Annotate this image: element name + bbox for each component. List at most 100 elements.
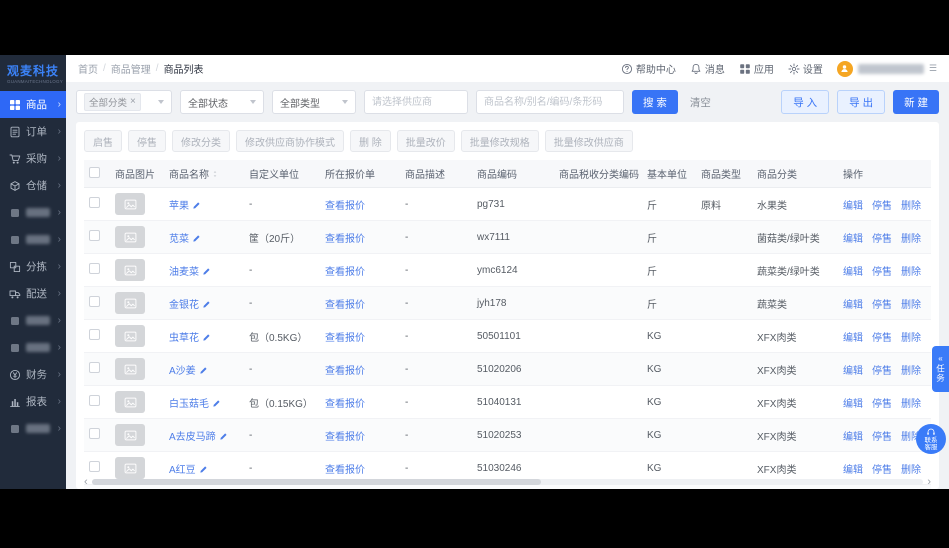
- row-op-delete[interactable]: 删除: [901, 234, 921, 245]
- product-name-link[interactable]: 油麦菜: [169, 267, 199, 278]
- breadcrumb-item[interactable]: 首页: [78, 61, 98, 76]
- type-filter[interactable]: 全部类型: [272, 90, 356, 114]
- row-op-edit[interactable]: 编辑: [843, 300, 863, 311]
- search-button[interactable]: 搜 索: [632, 90, 678, 114]
- product-name-link[interactable]: 虫草花: [169, 333, 199, 344]
- row-op-delete[interactable]: 删除: [901, 366, 921, 377]
- row-op-delete[interactable]: 删除: [901, 300, 921, 311]
- product-name-link[interactable]: 金银花: [169, 300, 199, 311]
- row-op-stop-sale[interactable]: 停售: [872, 267, 892, 278]
- row-op-stop-sale[interactable]: 停售: [872, 201, 892, 212]
- topbar-action-help[interactable]: 帮助中心: [621, 61, 676, 76]
- row-op-delete[interactable]: 删除: [901, 201, 921, 212]
- sidebar-item-配送[interactable]: 配送 ›: [0, 280, 66, 307]
- bulk-button-1[interactable]: 停售: [128, 130, 166, 152]
- row-op-stop-sale[interactable]: 停售: [872, 300, 892, 311]
- row-op-stop-sale[interactable]: 停售: [872, 432, 892, 443]
- row-op-stop-sale[interactable]: 停售: [872, 366, 892, 377]
- row-checkbox[interactable]: [89, 329, 100, 340]
- scroll-left-icon[interactable]: ‹: [84, 476, 88, 488]
- view-quote-link[interactable]: 查看报价: [325, 300, 365, 311]
- product-name-link[interactable]: 苋菜: [169, 234, 189, 245]
- row-checkbox[interactable]: [89, 428, 100, 439]
- bulk-button-7[interactable]: 批量修改供应商: [544, 130, 633, 152]
- row-op-delete[interactable]: 删除: [901, 267, 921, 278]
- scroll-right-icon[interactable]: ›: [927, 476, 931, 488]
- row-op-edit[interactable]: 编辑: [843, 399, 863, 410]
- scrollbar-thumb[interactable]: [91, 479, 541, 485]
- product-name-link[interactable]: 苹果: [169, 201, 189, 212]
- row-checkbox[interactable]: [89, 461, 100, 472]
- category-filter[interactable]: 全部分类 ×: [76, 90, 172, 114]
- row-op-stop-sale[interactable]: 停售: [872, 465, 892, 476]
- row-op-stop-sale[interactable]: 停售: [872, 399, 892, 410]
- view-quote-link[interactable]: 查看报价: [325, 267, 365, 278]
- sidebar-item-blurred-4[interactable]: ›: [0, 199, 66, 226]
- row-op-edit[interactable]: 编辑: [843, 201, 863, 212]
- sidebar-item-分拣[interactable]: 分拣 ›: [0, 253, 66, 280]
- product-name-link[interactable]: A红豆: [169, 465, 196, 476]
- row-checkbox[interactable]: [89, 230, 100, 241]
- sidebar-item-blurred-5[interactable]: ›: [0, 226, 66, 253]
- row-checkbox[interactable]: [89, 395, 100, 406]
- view-quote-link[interactable]: 查看报价: [325, 465, 365, 476]
- breadcrumb-item[interactable]: 商品列表: [164, 61, 204, 76]
- tag-close-icon[interactable]: ×: [130, 97, 136, 107]
- scrollbar-track[interactable]: [91, 479, 924, 485]
- view-quote-link[interactable]: 查看报价: [325, 333, 365, 344]
- row-op-edit[interactable]: 编辑: [843, 432, 863, 443]
- export-button[interactable]: 导 出: [837, 90, 886, 114]
- product-name-link[interactable]: A去皮马蹄: [169, 432, 216, 443]
- row-op-edit[interactable]: 编辑: [843, 366, 863, 377]
- contact-service-button[interactable]: 联系客服: [916, 424, 946, 454]
- row-op-stop-sale[interactable]: 停售: [872, 234, 892, 245]
- topbar-action-apps[interactable]: 应用: [739, 61, 774, 76]
- topbar-action-bell[interactable]: 消息: [690, 61, 725, 76]
- bulk-button-2[interactable]: 修改分类: [172, 130, 230, 152]
- bulk-button-6[interactable]: 批量修改规格: [460, 130, 539, 152]
- row-op-edit[interactable]: 编辑: [843, 333, 863, 344]
- create-button[interactable]: 新 建: [893, 90, 939, 114]
- sidebar-item-商品[interactable]: 商品 ›: [0, 91, 66, 118]
- row-checkbox[interactable]: [89, 197, 100, 208]
- select-all-checkbox[interactable]: [89, 166, 100, 178]
- view-quote-link[interactable]: 查看报价: [325, 234, 365, 245]
- sidebar-item-订单[interactable]: 订单 ›: [0, 118, 66, 145]
- view-quote-link[interactable]: 查看报价: [325, 366, 365, 377]
- bulk-button-0[interactable]: 启售: [84, 130, 122, 152]
- status-filter[interactable]: 全部状态: [180, 90, 264, 114]
- row-op-delete[interactable]: 删除: [901, 399, 921, 410]
- row-op-edit[interactable]: 编辑: [843, 465, 863, 476]
- bulk-button-3[interactable]: 修改供应商协作模式: [236, 130, 344, 152]
- row-checkbox[interactable]: [89, 362, 100, 373]
- keyword-input[interactable]: [476, 90, 624, 114]
- task-panel-tab[interactable]: « 任务: [932, 346, 949, 392]
- sidebar-item-财务[interactable]: 财务 ›: [0, 361, 66, 388]
- row-checkbox[interactable]: [89, 296, 100, 307]
- sidebar-item-采购[interactable]: 采购 ›: [0, 145, 66, 172]
- sidebar-item-blurred-9[interactable]: ›: [0, 334, 66, 361]
- column-header-check[interactable]: [84, 160, 110, 188]
- view-quote-link[interactable]: 查看报价: [325, 201, 365, 212]
- product-name-link[interactable]: A沙姜: [169, 366, 196, 377]
- bulk-button-4[interactable]: 删 除: [350, 130, 391, 152]
- sidebar-item-blurred-8[interactable]: ›: [0, 307, 66, 334]
- row-op-delete[interactable]: 删除: [901, 465, 921, 476]
- product-name-link[interactable]: 白玉菇毛: [169, 399, 209, 410]
- supplier-input[interactable]: [364, 90, 468, 114]
- row-op-edit[interactable]: 编辑: [843, 267, 863, 278]
- view-quote-link[interactable]: 查看报价: [325, 399, 365, 410]
- user-menu[interactable]: ☰: [836, 60, 937, 77]
- breadcrumb-item[interactable]: 商品管理: [111, 61, 151, 76]
- sidebar-item-报表[interactable]: 报表 ›: [0, 388, 66, 415]
- clear-button[interactable]: 清空: [686, 90, 715, 114]
- import-button[interactable]: 导 入: [781, 90, 830, 114]
- sidebar-item-blurred-12[interactable]: ›: [0, 415, 66, 442]
- row-op-delete[interactable]: 删除: [901, 333, 921, 344]
- row-op-stop-sale[interactable]: 停售: [872, 333, 892, 344]
- row-checkbox[interactable]: [89, 263, 100, 274]
- sidebar-item-仓储[interactable]: 仓储 ›: [0, 172, 66, 199]
- row-op-edit[interactable]: 编辑: [843, 234, 863, 245]
- view-quote-link[interactable]: 查看报价: [325, 432, 365, 443]
- topbar-action-gear[interactable]: 设置: [788, 61, 823, 76]
